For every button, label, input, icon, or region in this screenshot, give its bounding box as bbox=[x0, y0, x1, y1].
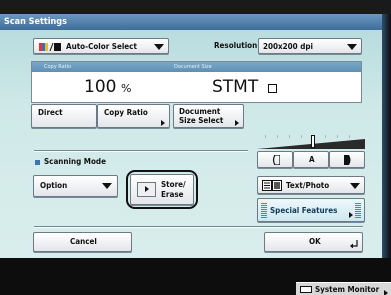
density-lighter-button[interactable] bbox=[257, 151, 293, 168]
lighter-icon bbox=[272, 155, 280, 165]
chevron-down-icon bbox=[347, 44, 357, 50]
display-header: Copy Ratio Document Size bbox=[32, 62, 361, 72]
submenu-arrow-icon bbox=[161, 120, 165, 126]
system-monitor-button[interactable]: System Monitor bbox=[296, 282, 391, 295]
resolution-label: Resolution: bbox=[214, 41, 261, 50]
image-type-dropdown[interactable]: Text/Photo bbox=[257, 176, 365, 194]
enter-icon bbox=[350, 240, 358, 248]
color-select-label: Auto-Color Select bbox=[66, 42, 137, 51]
color-select-dropdown[interactable]: Auto-Color Select bbox=[33, 38, 169, 54]
ok-label: OK bbox=[309, 237, 321, 246]
pattern-right bbox=[355, 202, 361, 218]
submenu-arrow-icon bbox=[235, 120, 239, 126]
pattern-left bbox=[261, 202, 267, 218]
submenu-arrow-icon bbox=[384, 290, 388, 295]
submenu-arrow-icon bbox=[349, 212, 353, 218]
auto-label: A bbox=[309, 155, 315, 164]
portrait-orientation-icon bbox=[268, 84, 277, 93]
direct-label: Direct bbox=[38, 108, 63, 117]
special-features-label: Special Features bbox=[270, 206, 338, 215]
chevron-down-icon bbox=[154, 44, 164, 50]
cancel-label: Cancel bbox=[70, 237, 97, 246]
darker-icon bbox=[344, 155, 351, 165]
submenu-arrow-icon bbox=[145, 186, 149, 192]
screen: Scan Settings Auto-Color Select Resoluti… bbox=[0, 0, 391, 295]
scanning-mode-value: Option bbox=[40, 181, 68, 190]
color-mode-icon bbox=[39, 42, 61, 52]
document-size-label-line1: Document bbox=[179, 107, 221, 116]
store-erase-label-line1: Store/ bbox=[161, 180, 186, 189]
status-display: Copy Ratio Document Size 100 % STMT bbox=[31, 61, 362, 103]
document-size-label-line2: Size Select bbox=[179, 116, 224, 125]
divider bbox=[34, 226, 363, 227]
resolution-dropdown[interactable]: 200x200 dpi bbox=[258, 38, 362, 54]
system-monitor-label: System Monitor bbox=[315, 285, 380, 294]
copy-ratio-header: Copy Ratio bbox=[44, 64, 72, 70]
scanning-mode-dropdown[interactable]: Option bbox=[33, 175, 118, 197]
window-title: Scan Settings bbox=[0, 14, 382, 30]
scanning-mode-bullet-icon bbox=[35, 160, 40, 165]
chevron-down-icon bbox=[350, 183, 360, 189]
image-type-value: Text/Photo bbox=[286, 181, 330, 190]
side-strip bbox=[382, 14, 391, 258]
density-scale bbox=[257, 134, 365, 149]
density-auto-button[interactable]: A bbox=[293, 151, 329, 168]
density-darker-button[interactable] bbox=[329, 151, 365, 168]
divider bbox=[34, 150, 248, 151]
copy-ratio-unit: % bbox=[121, 82, 132, 95]
resolution-value: 200x200 dpi bbox=[263, 42, 313, 51]
direct-button[interactable]: Direct bbox=[31, 104, 97, 128]
chevron-down-icon bbox=[102, 183, 112, 189]
document-size-value: STMT bbox=[212, 77, 259, 97]
ok-button[interactable]: OK bbox=[264, 232, 363, 252]
store-erase-button[interactable]: Store/ Erase bbox=[130, 174, 194, 205]
cancel-button[interactable]: Cancel bbox=[33, 232, 132, 252]
scanning-mode-label: Scanning Mode bbox=[44, 157, 106, 166]
document-size-select-button[interactable]: Document Size Select bbox=[173, 104, 244, 128]
copy-ratio-value: 100 bbox=[84, 77, 117, 97]
copy-ratio-button[interactable]: Copy Ratio bbox=[97, 104, 170, 128]
system-monitor-icon bbox=[300, 286, 312, 293]
special-features-button[interactable]: Special Features bbox=[257, 198, 365, 222]
text-photo-icon bbox=[262, 180, 282, 191]
copy-ratio-label: Copy Ratio bbox=[104, 108, 148, 117]
store-erase-label-line2: Erase bbox=[161, 190, 184, 199]
document-size-header: Document Size bbox=[174, 64, 212, 70]
density-indicator bbox=[311, 135, 315, 148]
store-erase-arrow-box bbox=[137, 182, 156, 197]
